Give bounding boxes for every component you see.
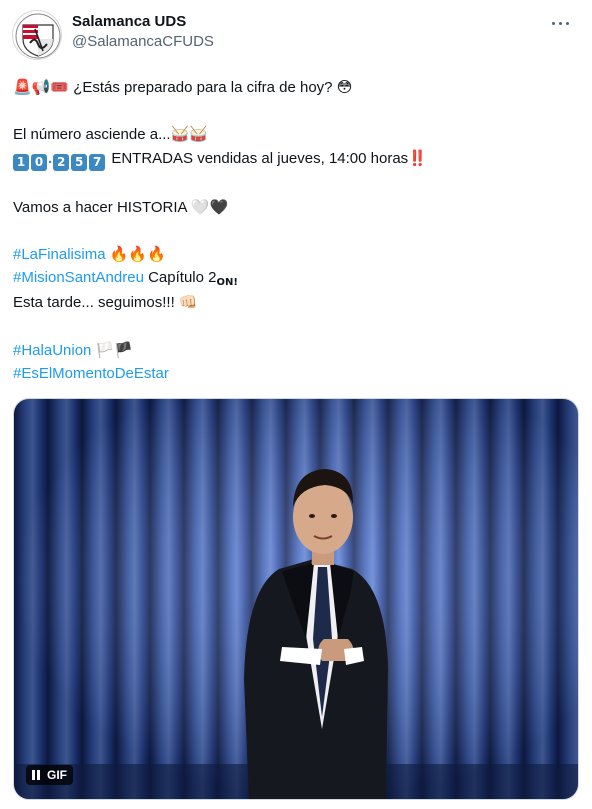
on-arrow-emoji: ON!: [216, 277, 238, 288]
club-crest-icon: [15, 13, 61, 59]
tickets-sold-text: ENTRADAS vendidas al jueves, 14:00 horas: [111, 150, 409, 167]
hashtag-link[interactable]: #LaFinalisima: [13, 246, 106, 263]
tweet-header: Salamanca UDS @SalamancaCFUDS: [12, 10, 580, 62]
tweet-line-hashtag-halaunion: #HalaUnion 🏳️🏴: [13, 340, 579, 361]
tweet-line-seguimos: Esta tarde... seguimos!!! 👊🏻: [13, 292, 579, 313]
tweet-line-tickets: 10.257 ENTRADAS vendidas al jueves, 14:0…: [13, 148, 579, 171]
keycap-digit: 7: [89, 154, 106, 171]
question-text: ¿Estás preparado para la cifra de hoy?: [73, 79, 333, 96]
fire-emoji: 🔥🔥🔥: [109, 245, 166, 263]
flags-emoji: 🏳️🏴: [95, 341, 133, 359]
hashtag-link[interactable]: #EsElMomentoDeEstar: [13, 365, 169, 382]
chapter-text: Capítulo 2: [148, 269, 217, 286]
gif-frame-image: [14, 399, 578, 799]
author-names: Salamanca UDS @SalamancaCFUDS: [72, 12, 214, 52]
avatar[interactable]: [12, 10, 62, 60]
pause-icon[interactable]: [32, 770, 40, 780]
gif-badge[interactable]: GIF: [26, 765, 73, 785]
seguimos-text: Esta tarde... seguimos!!!: [13, 294, 175, 311]
tweet-line-question: 🚨📢🎟️ ¿Estás preparado para la cifra de h…: [13, 77, 579, 98]
tweet-line-hashtag-mision: #MisionSantAndreu Capítulo 2ON!: [13, 268, 579, 290]
white-heart-emoji: 🤍: [190, 198, 210, 216]
keycap-digit: 0: [31, 154, 47, 171]
keycap-digit: 5: [71, 154, 88, 171]
more-options-icon[interactable]: [548, 14, 576, 34]
gif-label: GIF: [47, 768, 67, 782]
tweet-line-hashtag-finalisima: #LaFinalisima 🔥🔥🔥: [13, 244, 579, 265]
tweet-line-number: El número asciende a...🥁🥁: [13, 124, 579, 145]
double-exclamation-emoji: ‼️: [408, 149, 427, 167]
hashtag-link[interactable]: #HalaUnion: [13, 342, 91, 359]
number-intro-text: El número asciende a...: [13, 126, 171, 143]
display-name[interactable]: Salamanca UDS: [72, 12, 214, 32]
hashtag-link[interactable]: #MisionSantAndreu: [13, 269, 144, 286]
tweet-line-hashtag-momento: #EsElMomentoDeEstar: [13, 364, 579, 384]
black-heart-emoji: 🖤: [209, 198, 229, 216]
gif-media[interactable]: GIF: [13, 398, 579, 800]
drum-emoji: 🥁🥁: [170, 125, 208, 143]
keycap-digit: 1: [13, 154, 29, 171]
fist-emoji: 👊🏻: [178, 293, 198, 311]
tweet-line-history: Vamos a hacer HISTORIA 🤍🖤: [13, 197, 579, 218]
user-handle[interactable]: @SalamancaCFUDS: [72, 32, 214, 52]
flushed-face-emoji: 😳: [336, 78, 353, 96]
keycap-digit: 2: [53, 154, 70, 171]
thousands-separator: .: [48, 150, 53, 167]
history-text: Vamos a hacer HISTORIA: [13, 199, 187, 216]
siren-megaphone-ticket-emoji: 🚨📢🎟️: [13, 78, 70, 96]
